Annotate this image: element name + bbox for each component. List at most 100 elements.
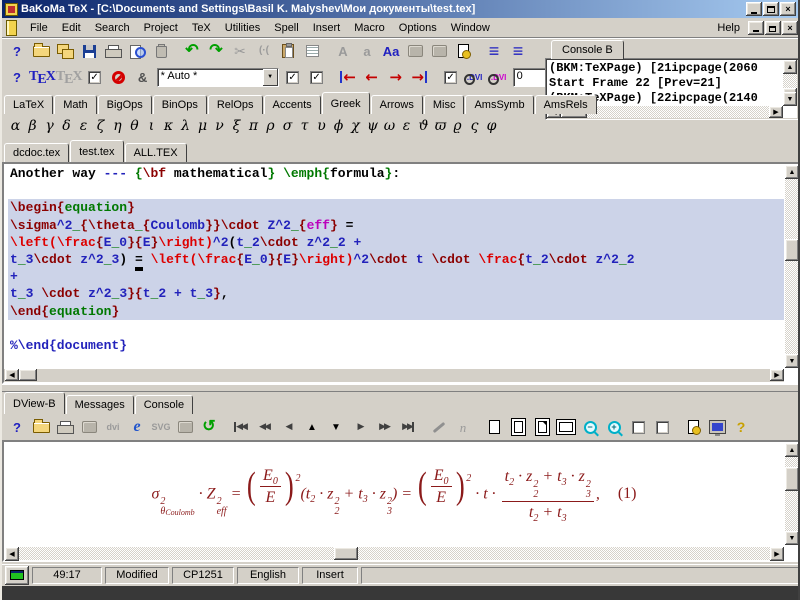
opt-a-check-checkbox[interactable] xyxy=(626,415,650,439)
refresh-button[interactable]: ↺ xyxy=(197,415,221,439)
editor-line[interactable]: \left(\frac{E_0}{E}\right)^2(t_2\cdot z^… xyxy=(8,234,784,251)
greek-letter-button[interactable]: ξ xyxy=(228,118,245,134)
mdi-close-button[interactable]: × xyxy=(782,21,798,35)
symbol-tab-relops[interactable]: RelOps xyxy=(208,95,263,114)
open-button[interactable] xyxy=(29,39,53,63)
dvi-preview-pane[interactable]: σ2θCoulomb · Z2eff = (E0E)2(t2 · z22 + t… xyxy=(2,440,800,562)
symbol-tab-binops[interactable]: BinOps xyxy=(153,95,207,114)
doc-tab-dcdoc-tex[interactable]: dcdoc.tex xyxy=(4,143,69,162)
page-number-button[interactable]: n xyxy=(451,415,475,439)
scroll-up-button[interactable]: ▲ xyxy=(300,415,324,439)
greek-letter-button[interactable]: η xyxy=(109,118,126,134)
symbol-tab-greek[interactable]: Greek xyxy=(322,92,370,114)
goto-last-button[interactable]: → xyxy=(408,65,432,89)
document-icon[interactable] xyxy=(6,20,17,36)
copy-file-button[interactable] xyxy=(53,39,77,63)
auto-check-checkbox-box[interactable]: ✓ xyxy=(88,71,101,84)
greek-letter-button[interactable]: β xyxy=(24,118,41,134)
ampersand-button[interactable]: & xyxy=(131,65,155,89)
greek-letter-button[interactable]: ϖ xyxy=(432,118,449,134)
greek-letter-button[interactable]: π xyxy=(245,118,262,134)
pane-splitter[interactable] xyxy=(2,384,800,392)
scroll-thumb[interactable] xyxy=(785,239,799,261)
editor-line[interactable]: t_3 \cdot z^2_3}{t_2 + t_3}, xyxy=(8,285,784,302)
dvi2ps-button[interactable]: dvi xyxy=(101,415,125,439)
editor-line[interactable] xyxy=(8,182,784,199)
menu-item-help[interactable]: Help xyxy=(710,20,747,36)
shift-left-button[interactable] xyxy=(427,39,451,63)
scroll-track[interactable] xyxy=(785,491,799,531)
menu-item-utilities[interactable]: Utilities xyxy=(218,20,267,36)
minimize-button[interactable] xyxy=(746,2,762,16)
page-next-button[interactable]: ▶ xyxy=(348,415,372,439)
greek-letter-button[interactable]: ζ xyxy=(92,118,109,134)
page-view-button[interactable] xyxy=(482,415,506,439)
greek-letter-button[interactable]: σ xyxy=(279,118,296,134)
sync-check-checkbox[interactable]: ✓ xyxy=(439,65,463,89)
opt-a-check-checkbox[interactable]: ✓ xyxy=(281,65,305,89)
scroll-thumb[interactable] xyxy=(19,369,37,381)
scroll-track[interactable] xyxy=(785,179,799,239)
scroll-track[interactable] xyxy=(19,547,334,560)
greek-letter-button[interactable]: ς xyxy=(466,118,483,134)
editor-line[interactable]: t_3\cdot z^2_3) = \left(\frac{E_0}{E}\ri… xyxy=(8,251,784,268)
justify-block-button[interactable]: ≡ xyxy=(506,39,530,63)
browser-button[interactable]: e xyxy=(125,415,149,439)
menu-item-tex[interactable]: TeX xyxy=(185,20,218,36)
format-combo-combo[interactable]: * Auto *▼ xyxy=(155,65,281,89)
scroll-track[interactable] xyxy=(785,457,799,467)
close-button[interactable]: × xyxy=(780,2,796,16)
scroll-right-button[interactable]: ▶ xyxy=(769,106,783,118)
page-prev-button[interactable]: ◀ xyxy=(276,415,300,439)
undo-button[interactable]: ↶ xyxy=(180,39,204,63)
scroll-down-button[interactable]: ▼ xyxy=(783,92,797,106)
scroll-right-button[interactable]: ▶ xyxy=(770,369,784,381)
doc-tab-all-tex[interactable]: ALL.TEX xyxy=(125,143,187,162)
goto-prev-button[interactable]: ← xyxy=(360,65,384,89)
menu-item-spell[interactable]: Spell xyxy=(267,20,305,36)
dvips-button[interactable] xyxy=(77,415,101,439)
mdi-minimize-button[interactable] xyxy=(748,21,764,35)
greek-letter-button[interactable]: φ xyxy=(483,118,500,134)
join-button[interactable]: (·( xyxy=(252,39,276,63)
sync-check-checkbox-box[interactable]: ✓ xyxy=(444,71,457,84)
page-forward-button[interactable]: ▶▶ xyxy=(372,415,396,439)
greek-letter-button[interactable]: ψ xyxy=(364,118,381,134)
help-button[interactable]: ? xyxy=(5,39,29,63)
greek-letter-button[interactable]: ι xyxy=(143,118,160,134)
scroll-right-button[interactable]: ▶ xyxy=(770,547,784,561)
goto-next-button[interactable]: → xyxy=(384,65,408,89)
new-window-button[interactable] xyxy=(451,39,475,63)
help-button[interactable]: ? xyxy=(5,415,29,439)
scroll-left-button[interactable]: ◀ xyxy=(5,369,19,381)
editor-line[interactable]: \sigma^2_{\theta_{Coulomb}}\cdot Z^2_{ef… xyxy=(8,217,784,234)
symbol-tab-latex[interactable]: LaTeX xyxy=(4,95,53,114)
justify-left-button[interactable]: ≡ xyxy=(482,39,506,63)
menu-item-macro[interactable]: Macro xyxy=(347,20,392,36)
editor-line[interactable]: %\end{document} xyxy=(8,337,784,354)
scroll-track[interactable] xyxy=(358,547,770,560)
help-about-button[interactable]: ? xyxy=(729,415,753,439)
page-corner-button[interactable] xyxy=(530,415,554,439)
format-combo[interactable]: * Auto *▼ xyxy=(157,68,279,87)
symbol-tab-amsrels[interactable]: AmsRels xyxy=(535,95,597,114)
greek-letter-button[interactable]: ϑ xyxy=(415,118,432,134)
editor-hscrollbar[interactable]: ◀ ▶ xyxy=(4,369,784,382)
goto-first-button[interactable]: ← xyxy=(336,65,360,89)
redo-button[interactable]: ↷ xyxy=(204,39,228,63)
uppercase-button[interactable]: A xyxy=(331,39,355,63)
tex-compile-button[interactable]: TEX xyxy=(29,65,56,89)
editor-line[interactable] xyxy=(8,320,784,337)
menu-item-options[interactable]: Options xyxy=(392,20,444,36)
page-wide-button[interactable] xyxy=(554,415,578,439)
paste-button[interactable] xyxy=(276,39,300,63)
page-auto-button[interactable] xyxy=(681,415,705,439)
opt-a-check-checkbox-box[interactable]: ✓ xyxy=(286,71,299,84)
editor-line[interactable]: \begin{equation} xyxy=(8,199,784,216)
panel-tab-console[interactable]: Console xyxy=(135,395,193,414)
camera-button[interactable] xyxy=(173,415,197,439)
panel-tab-dview-b[interactable]: DView-B xyxy=(4,392,65,414)
delete-button[interactable] xyxy=(149,39,173,63)
scroll-up-button[interactable]: ▲ xyxy=(785,443,799,457)
menu-item-project[interactable]: Project xyxy=(137,20,185,36)
